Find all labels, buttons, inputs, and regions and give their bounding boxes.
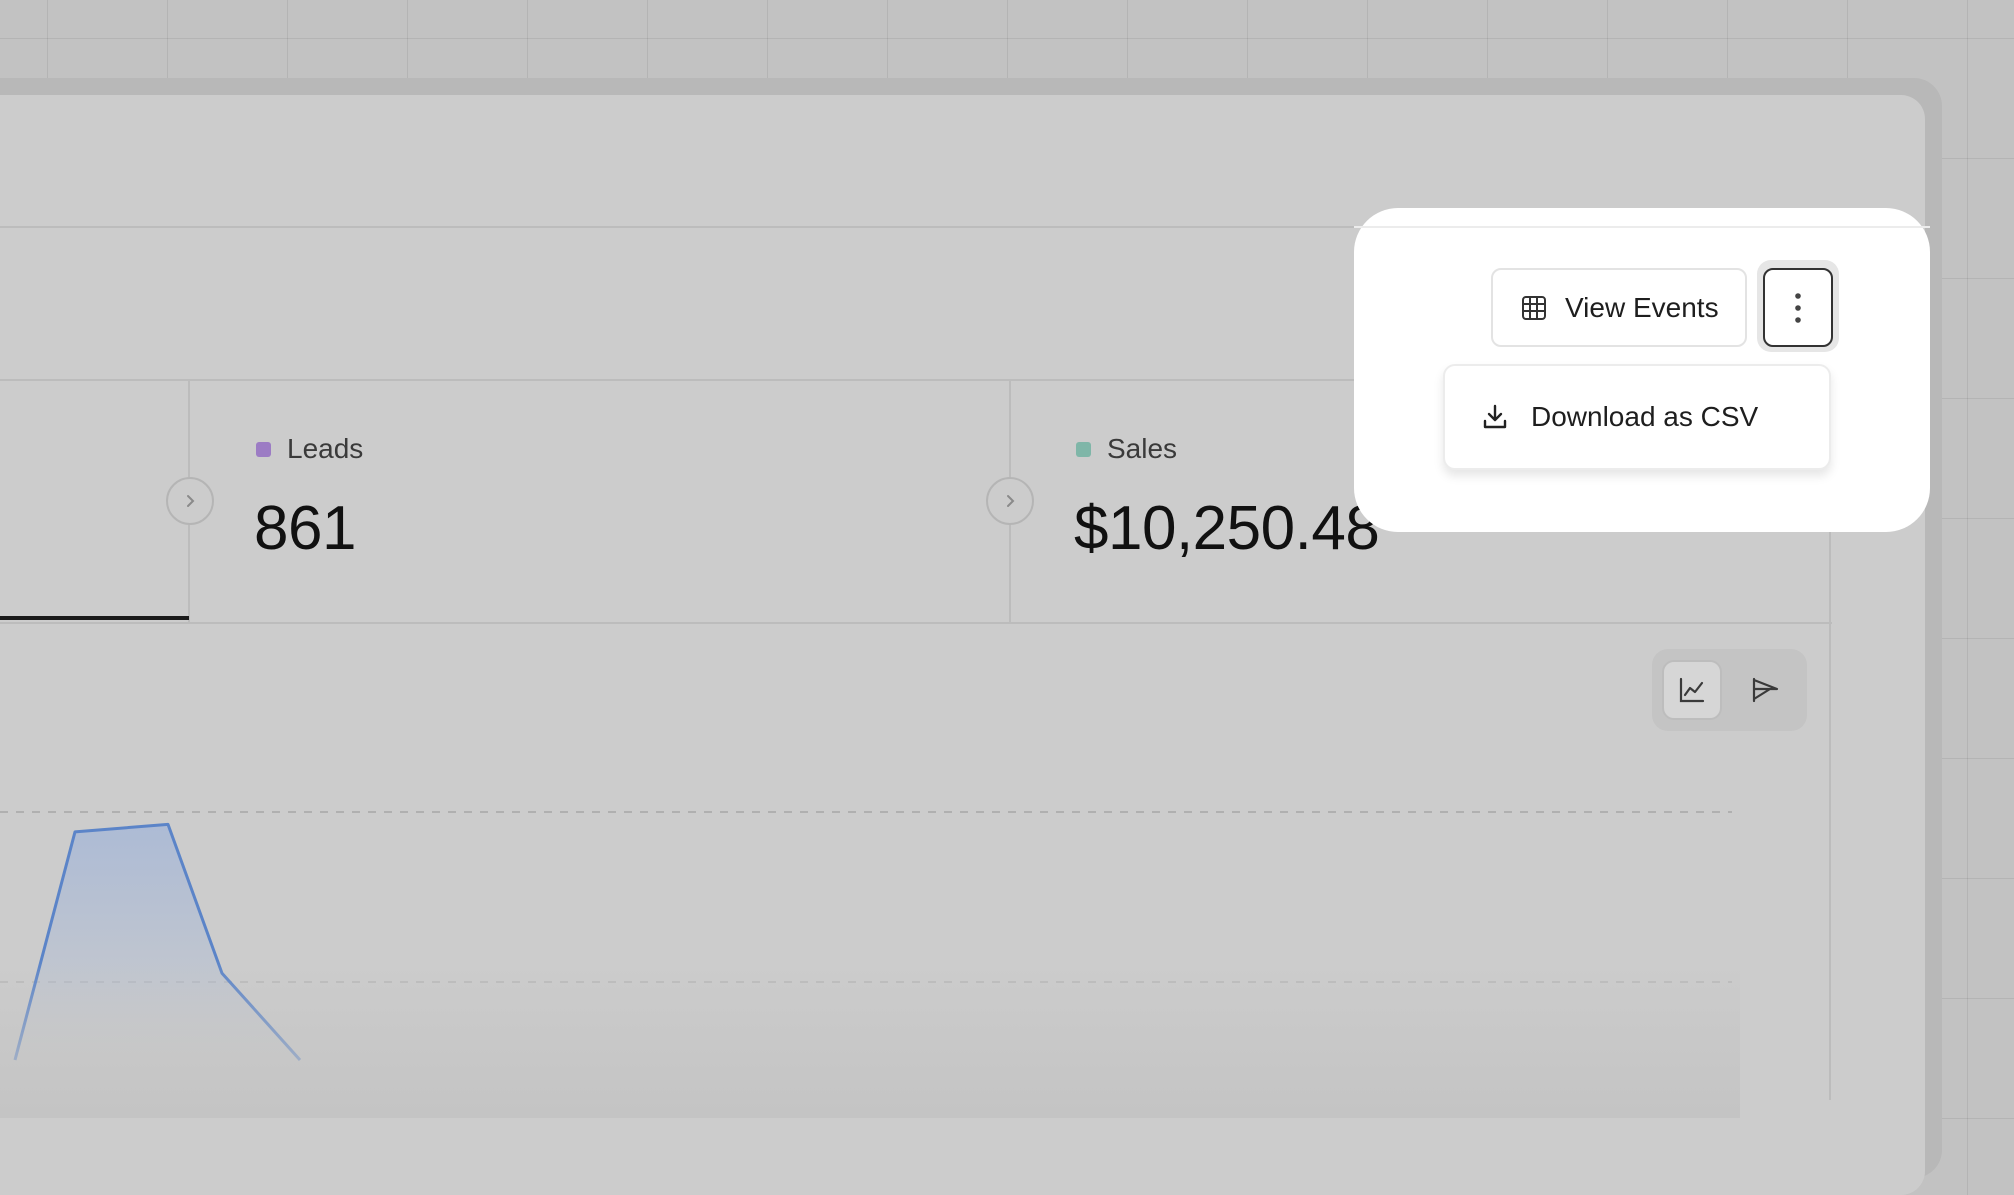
active-metric-underline <box>0 616 189 620</box>
sales-swatch <box>1076 441 1091 457</box>
metric-leads-value: 861 <box>254 494 356 563</box>
metric-sales-value: $10,250.48 <box>1074 494 1380 563</box>
download-icon <box>1483 404 1507 429</box>
leads-swatch <box>256 441 271 457</box>
funnel-icon <box>1752 677 1779 703</box>
metric-sales-label: Sales <box>1076 433 1177 465</box>
line-chart <box>0 811 1740 1118</box>
more-options-button[interactable] <box>1763 268 1833 347</box>
header-divider-highlighted <box>1354 226 1930 228</box>
line-chart-icon <box>1679 677 1705 703</box>
metric-leads-name: Leads <box>287 433 364 464</box>
menu-item-download-csv[interactable]: Download as CSV <box>1445 366 1829 468</box>
view-events-label: View Events <box>1565 291 1719 323</box>
metric-leads-label: Leads <box>256 433 363 465</box>
chart-type-toggle <box>1652 649 1807 731</box>
menu-item-download-csv-label: Download as CSV <box>1531 401 1759 432</box>
more-vertical-icon <box>1795 292 1801 323</box>
table-icon <box>1522 295 1546 320</box>
metric-sales-name: Sales <box>1107 433 1178 464</box>
funnel-toggle-button[interactable] <box>1735 660 1795 720</box>
chart-fade <box>0 960 1740 1118</box>
line-chart-toggle-button[interactable] <box>1662 660 1722 720</box>
view-events-button[interactable]: View Events <box>1491 268 1747 347</box>
chevron-right-icon <box>1007 495 1015 507</box>
more-options-menu: Download as CSV <box>1443 364 1831 470</box>
metrics-bottom-divider <box>0 622 1832 624</box>
next-metric-button[interactable] <box>986 477 1034 525</box>
next-metric-button[interactable] <box>166 477 214 525</box>
chevron-right-icon <box>187 495 195 507</box>
